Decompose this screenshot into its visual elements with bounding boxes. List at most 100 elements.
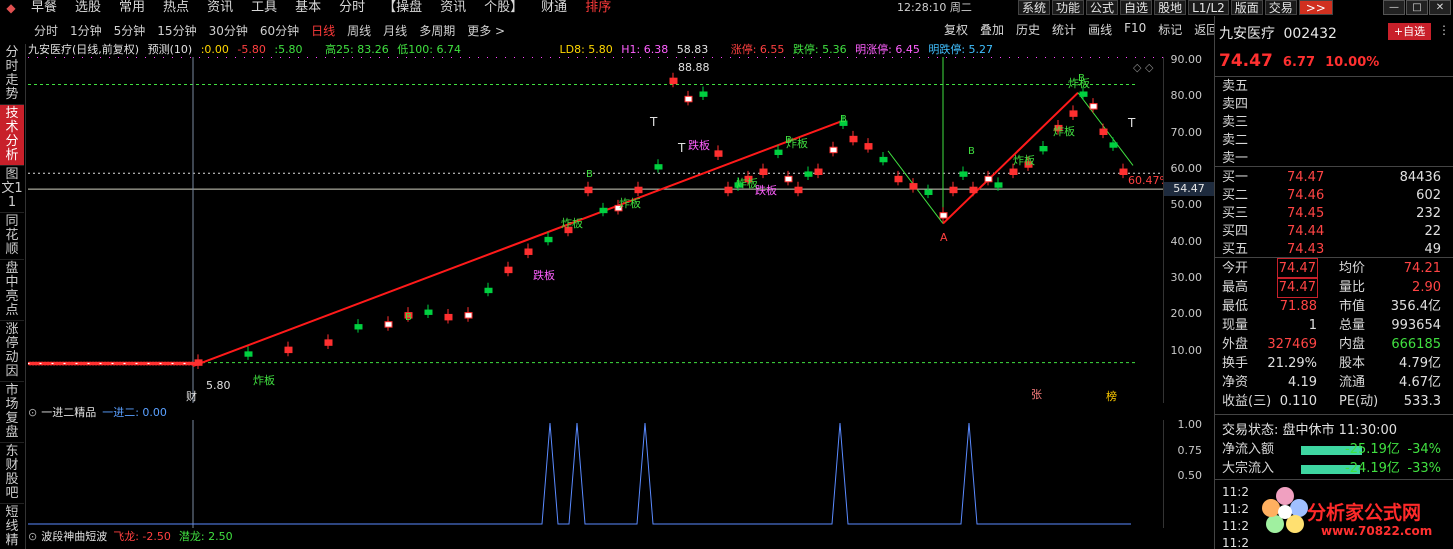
y-label-4: 50.00 [1170, 198, 1203, 212]
sub-indicator-chart[interactable] [28, 420, 1163, 528]
chart-menu-2[interactable]: 历史 [1010, 21, 1046, 38]
period-10[interactable]: 更多 > [461, 22, 511, 39]
chart-menu-5[interactable]: F10 [1118, 21, 1152, 38]
top-buttons: 系统 功能 公式 自选 股地 L1/L2 版面 交易 >> [1018, 0, 1333, 15]
candle-body [544, 236, 553, 243]
maximize-icon[interactable]: □ [1406, 0, 1428, 15]
sub-indicator-name[interactable]: 一进二精品 [41, 404, 96, 420]
menu-item-8[interactable]: 【操盘 [374, 0, 431, 16]
top-button-5[interactable]: L1/L2 [1188, 0, 1229, 15]
indicator-toggle-icon[interactable]: ⊙ [28, 530, 37, 543]
chart-menu-0[interactable]: 复权 [938, 21, 974, 38]
indicator-toggle-icon[interactable]: ⊙ [28, 406, 37, 419]
side-tab-8[interactable]: 短线精 [0, 504, 24, 549]
top-button-7[interactable]: 交易 [1264, 0, 1297, 15]
side-tab-4[interactable]: 盘中亮点 [0, 260, 24, 321]
menu-item-2[interactable]: 常用 [110, 0, 154, 16]
candle-body [959, 171, 968, 177]
buy-label: 买四 [1222, 224, 1249, 239]
menu-item-4[interactable]: 资讯 [198, 0, 242, 16]
stat-label: 现量 [1222, 318, 1249, 333]
sub2-name[interactable]: 波段神曲短波 [41, 528, 107, 544]
more-icon[interactable]: ⋮ [1438, 23, 1450, 37]
tick-time-2: 11:2 [1222, 519, 1249, 533]
period-4[interactable]: 30分钟 [203, 22, 254, 39]
period-7[interactable]: 周线 [341, 22, 377, 39]
kline-chart[interactable]: 88.8860.47%5.80财张榜ABBBBBBTTT炸板炸板炸板炸板炸板炸板… [28, 57, 1163, 403]
period-8[interactable]: 月线 [377, 22, 413, 39]
top-button-1[interactable]: 功能 [1052, 0, 1085, 15]
side-tab-1[interactable]: 技术分析 [0, 105, 24, 166]
stat-row-0: 今开 74.47 均价 74.21 [1215, 258, 1447, 279]
zhaban-label-5: 炸板 [1013, 153, 1035, 167]
stock-period-label[interactable]: 九安医疗(日线,前复权) [28, 43, 139, 56]
candle-body [909, 183, 918, 190]
chart-menu-3[interactable]: 统计 [1046, 21, 1082, 38]
candle-body [634, 186, 643, 194]
more-button[interactable]: >> [1298, 0, 1333, 15]
period-2[interactable]: 5分钟 [108, 22, 152, 39]
bang-marker: 榜 [1106, 389, 1117, 403]
chart-menu-1[interactable]: 叠加 [974, 21, 1010, 38]
sub2-fl: 飞龙: -2.50 [113, 530, 171, 543]
side-tab-0[interactable]: 分时走势 [0, 44, 24, 105]
candle-body [424, 309, 433, 315]
stock-code: 002432 [1283, 26, 1337, 42]
menu-item-11[interactable]: 财通 [532, 0, 576, 16]
app-logo-icon[interactable]: ◆ [0, 0, 22, 16]
side-tab-6[interactable]: 市场复盘 [0, 382, 24, 443]
sell-label: 卖三 [1222, 115, 1249, 130]
chart-menu-6[interactable]: 标记 [1152, 21, 1188, 38]
candle-body [984, 175, 993, 183]
menu-item-6[interactable]: 基本 [286, 0, 330, 16]
menu-item-3[interactable]: 热点 [154, 0, 198, 16]
period-1[interactable]: 1分钟 [64, 22, 108, 39]
candle-body [699, 91, 708, 97]
side-tab-3[interactable]: 同花顺 [0, 213, 24, 260]
minimize-icon[interactable]: — [1383, 0, 1405, 15]
y-label-0: 90.00 [1170, 53, 1203, 66]
y-label-3: 60.00 [1170, 162, 1203, 176]
menu-item-7[interactable]: 分时 [330, 0, 374, 16]
sell-label: 卖四 [1222, 97, 1249, 112]
period-0[interactable]: 分时 [28, 22, 64, 39]
close-icon[interactable]: ✕ [1429, 0, 1451, 15]
stat-row-2: 最低 71.88 市值 356.4亿 [1215, 297, 1447, 316]
period-6[interactable]: 日线 [305, 22, 341, 39]
buy-volume: 602 [1416, 188, 1441, 203]
sell-row-2: 卖三 [1215, 113, 1447, 132]
top-button-6[interactable]: 版面 [1230, 0, 1263, 15]
side-tab-7[interactable]: 东财股吧 [0, 443, 24, 504]
menu-item-1[interactable]: 选股 [66, 0, 110, 16]
top-button-3[interactable]: 自选 [1120, 0, 1153, 15]
period-5[interactable]: 60分钟 [254, 22, 305, 39]
tick-time-1: 11:2 [1222, 502, 1249, 516]
top-button-2[interactable]: 公式 [1086, 0, 1119, 15]
stat-label-2: 总量 [1339, 318, 1366, 333]
menu-item-5[interactable]: 工具 [242, 0, 286, 16]
candle-body [759, 168, 768, 175]
quote-panel: 九安医疗 002432 +自选 ⋮ 74.47 6.77 10.00% 卖五 卖四… [1214, 16, 1453, 549]
stat-label-2: 量比 [1339, 280, 1366, 295]
candle-body [924, 189, 933, 195]
side-tab-2[interactable]: 图文11 [0, 166, 24, 213]
period-9[interactable]: 多周期 [413, 22, 461, 39]
period-3[interactable]: 15分钟 [151, 22, 202, 39]
buy-row-3: 买四 74.44 22 [1215, 222, 1447, 241]
menu-item-0[interactable]: 早餐 [22, 0, 66, 16]
stat-row-6: 净资 4.19 流通 4.67亿 [1215, 373, 1447, 392]
menu-item-12[interactable]: 排序 [576, 0, 620, 16]
top-button-4[interactable]: 股地 [1154, 0, 1187, 15]
dieban-label-0: 跌板 [533, 268, 555, 282]
buy-price: 74.44 [1287, 224, 1325, 239]
side-tab-5[interactable]: 涨停动因 [0, 321, 24, 382]
chart-menu-4[interactable]: 画线 [1082, 21, 1118, 38]
candle-body [654, 164, 663, 170]
stat-value-2: 533.3 [1403, 394, 1441, 409]
menu-item-9[interactable]: 资讯 [431, 0, 475, 16]
top-button-0[interactable]: 系统 [1018, 0, 1051, 15]
y-label-5: 40.00 [1170, 234, 1203, 248]
predict-label[interactable]: 预测(10) [148, 43, 193, 56]
menu-item-10[interactable]: 个股】 [475, 0, 532, 16]
add-watchlist-button[interactable]: +自选 [1388, 23, 1431, 40]
